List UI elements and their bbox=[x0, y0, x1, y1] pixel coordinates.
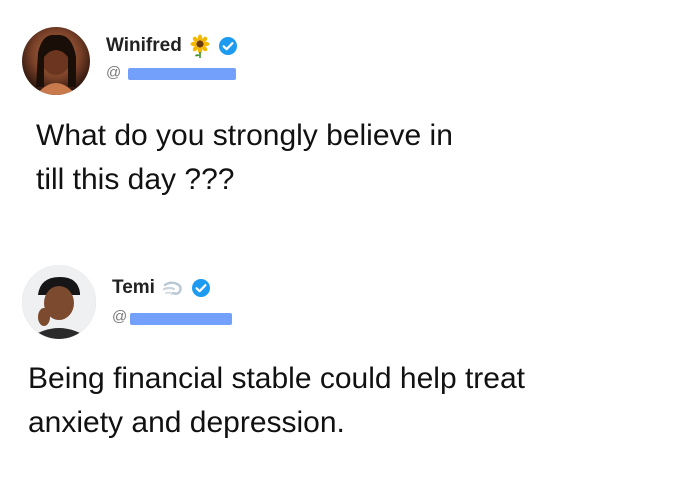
user-handle[interactable]: @ bbox=[112, 308, 127, 325]
avatar-image bbox=[22, 265, 96, 339]
user-name[interactable]: Winifred bbox=[106, 35, 182, 57]
handle-redaction bbox=[130, 313, 232, 325]
verified-badge-icon bbox=[218, 36, 238, 56]
user-name[interactable]: Temi bbox=[112, 277, 155, 299]
user-name-row: Temi bbox=[112, 276, 211, 300]
avatar-image bbox=[36, 34, 76, 95]
tweet-winifred: Winifred @ What do you strongly believe … bbox=[0, 0, 700, 250]
handle-redaction bbox=[128, 68, 236, 80]
verified-badge-icon bbox=[191, 278, 211, 298]
sunflower-icon bbox=[188, 34, 212, 58]
tweet-text: What do you strongly believe in till thi… bbox=[36, 119, 453, 196]
avatar[interactable] bbox=[22, 27, 90, 95]
user-handle[interactable]: @ bbox=[106, 64, 121, 81]
tweet-text: Being financial stable could help treat … bbox=[28, 362, 525, 439]
user-name-row: Winifred bbox=[106, 34, 238, 58]
dash-icon bbox=[161, 276, 185, 300]
avatar[interactable] bbox=[22, 265, 96, 339]
